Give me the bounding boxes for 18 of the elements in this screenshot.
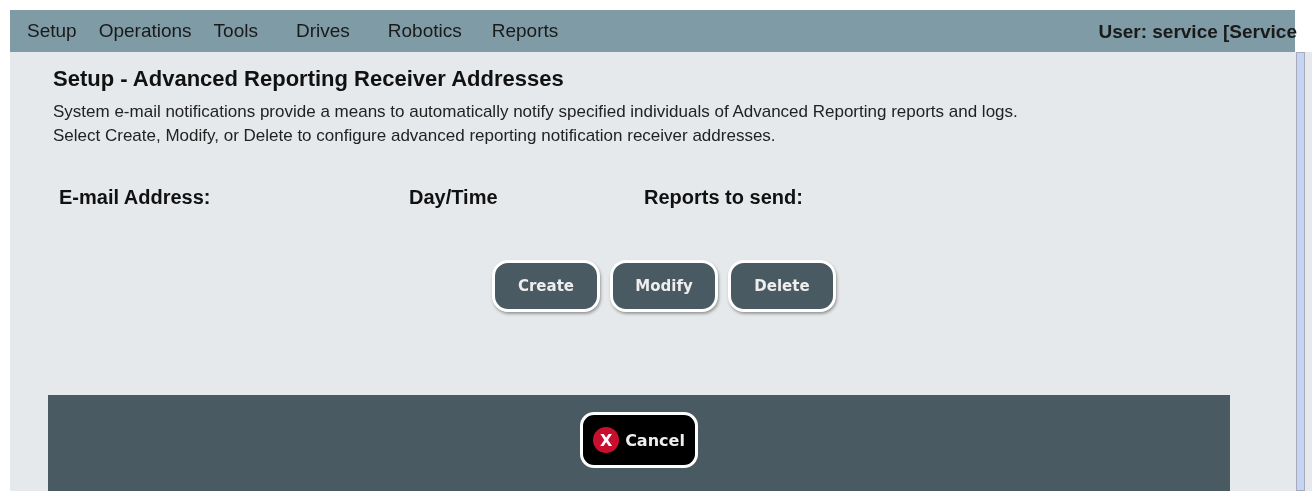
- column-header: Reports to send:: [644, 186, 803, 209]
- menu-item[interactable]: Operations: [98, 20, 192, 42]
- menu-item[interactable]: Setup: [27, 20, 77, 42]
- menu-item[interactable]: Tools: [213, 20, 258, 42]
- menu-item[interactable]: Reports: [491, 20, 559, 42]
- menu-item[interactable]: Robotics: [387, 20, 462, 42]
- page-title: Setup - Advanced Reporting Receiver Addresses: [53, 66, 565, 92]
- column-header: E-mail Address:: [59, 186, 212, 209]
- action-button[interactable]: Delete: [728, 260, 836, 312]
- action-button[interactable]: Modify: [610, 260, 718, 312]
- description-text: System e-mail notifications provide a means to automatically notify specified individuals of Advanced Reporting reports and logs.: [53, 101, 1019, 123]
- column-header: Day/Time: [409, 186, 499, 209]
- action-button[interactable]: Create: [492, 260, 600, 312]
- close-icon: X: [593, 427, 620, 453]
- cancel-button[interactable]: X Cancel: [580, 412, 698, 468]
- description-text: Select Create, Modify, or Delete to configure advanced reporting notification receiver addresses.: [53, 125, 777, 147]
- menu-item[interactable]: Drives: [295, 20, 350, 42]
- scrollbar[interactable]: [1296, 52, 1305, 491]
